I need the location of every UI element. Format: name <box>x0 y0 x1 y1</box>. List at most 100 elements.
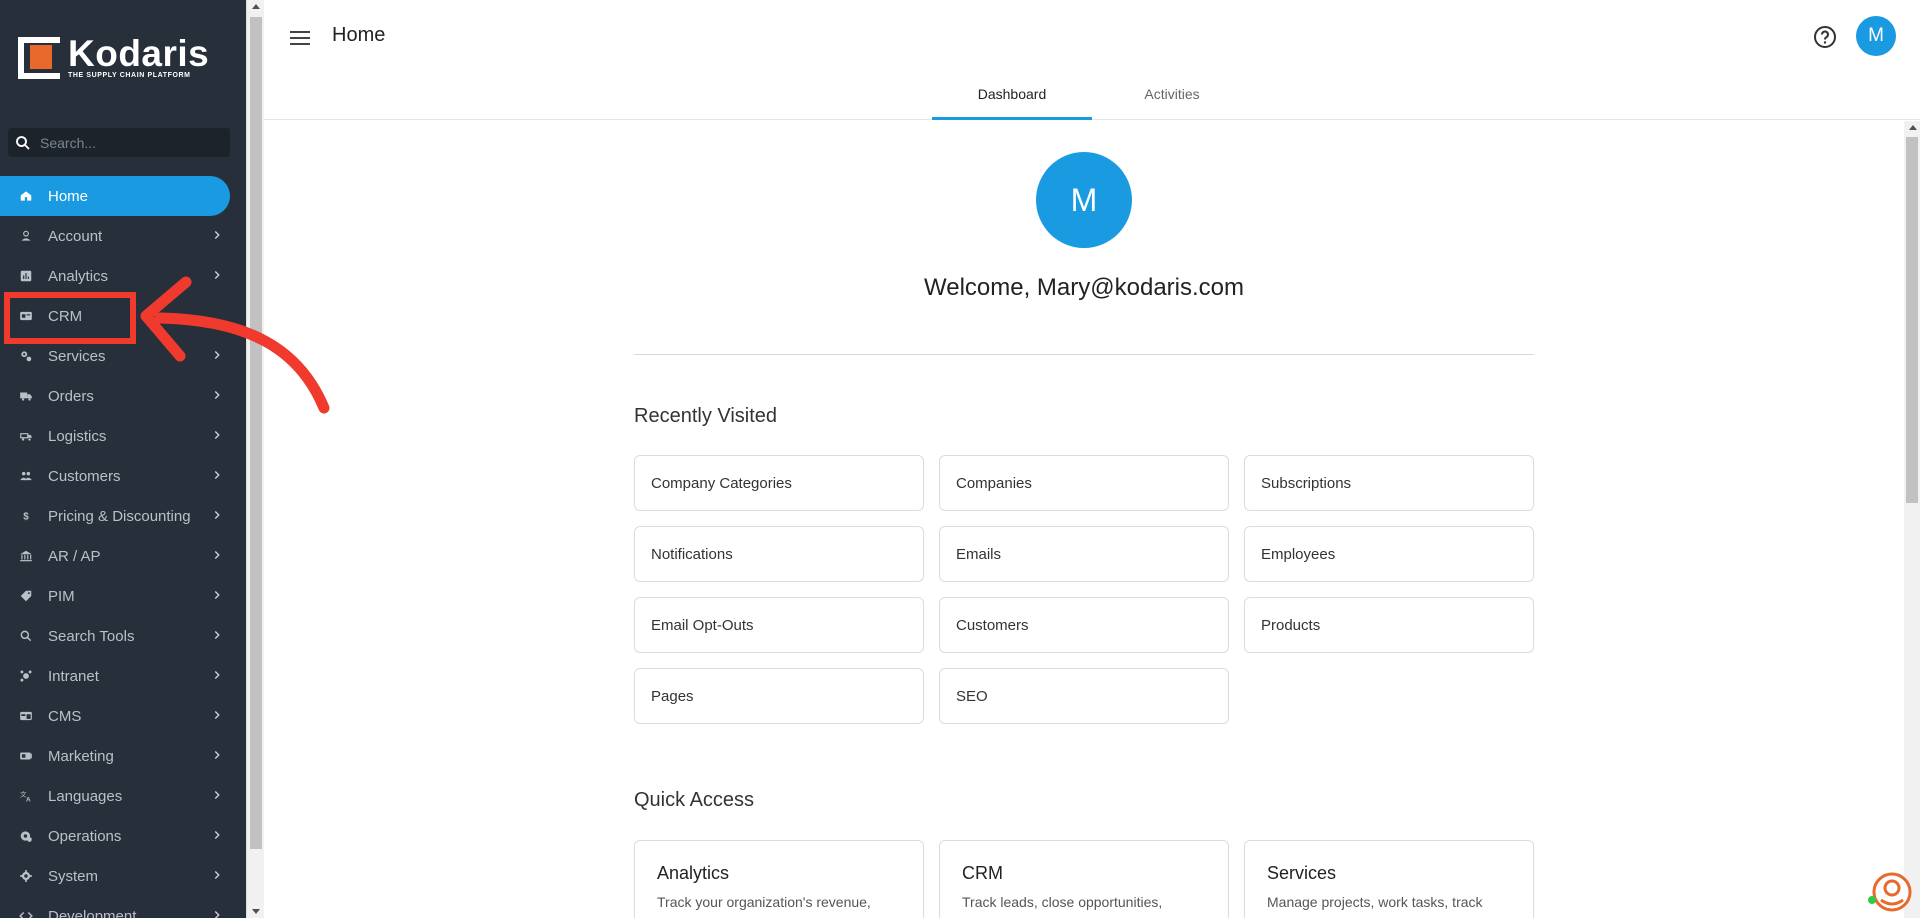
sidebar-item-operations[interactable]: Operations <box>0 816 246 856</box>
chevron-right-icon <box>210 748 224 766</box>
hamburger-menu-icon[interactable] <box>288 28 312 48</box>
search-icon <box>16 135 30 150</box>
chevron-right-icon <box>210 228 224 246</box>
quick-access-card-crm[interactable]: CRM Track leads, close opportunities, <box>939 840 1229 918</box>
gears-icon <box>14 349 38 363</box>
help-icon[interactable] <box>1812 24 1838 55</box>
sidebar-item-languages[interactable]: 文 A Languages <box>0 776 246 816</box>
recent-card-company-categories[interactable]: Company Categories <box>634 455 924 511</box>
welcome-avatar: M <box>1036 152 1132 248</box>
recent-card-email-opt-outs[interactable]: Email Opt-Outs <box>634 597 924 653</box>
dashboard-content: M Welcome, Mary@kodaris.com Recently Vis… <box>264 121 1904 918</box>
sidebar-item-search-tools[interactable]: Search Tools <box>0 616 246 656</box>
sidebar-search <box>8 128 230 157</box>
sidebar: Kodaris THE SUPPLY CHAIN PLATFORM Home Ac… <box>0 0 246 918</box>
sidebar-item-label: Marketing <box>48 747 114 765</box>
sidebar-item-cms[interactable]: CMS <box>0 696 246 736</box>
chat-support-icon[interactable] <box>1868 870 1912 914</box>
tab-dashboard[interactable]: Dashboard <box>932 80 1092 120</box>
recent-card-emails[interactable]: Emails <box>939 526 1229 582</box>
recently-visited-title: Recently Visited <box>634 405 778 427</box>
chevron-right-icon <box>210 908 224 918</box>
gear-icon <box>14 869 38 883</box>
chevron-right-icon <box>210 628 224 646</box>
main-scroll-thumb[interactable] <box>1906 137 1918 503</box>
sidebar-item-account[interactable]: Account <box>0 216 246 256</box>
sidebar-item-label: Development <box>48 907 137 918</box>
quick-access-title: CRM <box>962 863 1003 883</box>
sidebar-scrollbar[interactable] <box>246 0 264 918</box>
sidebar-item-label: Services <box>48 347 106 365</box>
quick-access-card-analytics[interactable]: Analytics Track your organization's reven… <box>634 840 924 918</box>
hub-icon <box>14 669 38 683</box>
sidebar-item-intranet[interactable]: Intranet <box>0 656 246 696</box>
sidebar-item-label: Languages <box>48 787 123 805</box>
recent-card-customers[interactable]: Customers <box>939 597 1229 653</box>
page-title: Home <box>332 24 386 46</box>
main-area: Home M Dashboard Activities M Welcome, M… <box>264 0 1920 918</box>
sidebar-item-label: Intranet <box>48 667 99 685</box>
web-icon <box>14 709 38 723</box>
sidebar-item-label: Account <box>48 227 103 245</box>
tag-icon <box>14 589 38 603</box>
tab-bar: Dashboard Activities <box>932 80 1252 120</box>
sidebar-item-label: Operations <box>48 827 122 845</box>
scroll-down-arrow-icon[interactable] <box>252 909 260 914</box>
scroll-up-arrow-icon[interactable] <box>1909 125 1917 130</box>
user-avatar[interactable]: M <box>1856 16 1896 56</box>
chevron-right-icon <box>210 468 224 486</box>
sidebar-scroll-thumb[interactable] <box>250 17 262 849</box>
sidebar-item-customers[interactable]: Customers <box>0 456 246 496</box>
translate-icon: 文A <box>14 789 38 803</box>
quick-access-description: Track your organization's revenue, <box>657 894 871 910</box>
recent-card-employees[interactable]: Employees <box>1244 526 1534 582</box>
sidebar-item-home[interactable]: Home <box>0 176 230 216</box>
sidebar-item-pim[interactable]: PIM <box>0 576 246 616</box>
recent-card-notifications[interactable]: Notifications <box>634 526 924 582</box>
sidebar-item-system[interactable]: System <box>0 856 246 896</box>
sidebar-item-label: Orders <box>48 387 94 405</box>
recent-card-subscriptions[interactable]: Subscriptions <box>1244 455 1534 511</box>
sidebar-item-label: Analytics <box>48 267 109 285</box>
tab-activities[interactable]: Activities <box>1092 80 1252 120</box>
chevron-right-icon <box>210 788 224 806</box>
recent-card-seo[interactable]: SEO <box>939 668 1229 724</box>
chevron-right-icon <box>210 708 224 726</box>
sidebar-item-marketing[interactable]: Marketing <box>0 736 246 776</box>
person-icon <box>14 229 38 243</box>
sidebar-item-label: Customers <box>48 467 121 485</box>
main-scrollbar[interactable] <box>1904 121 1920 918</box>
annotation-arrow-icon <box>140 276 330 414</box>
brand-name: Kodaris <box>68 33 210 74</box>
sidebar-item-logistics[interactable]: Logistics <box>0 416 246 456</box>
quick-access-title: Analytics <box>657 863 730 883</box>
quick-access-title: Services <box>1267 863 1337 883</box>
sidebar-item-label: PIM <box>48 587 75 605</box>
sidebar-item-label: Search Tools <box>48 627 135 645</box>
home-icon <box>14 189 38 203</box>
scroll-up-arrow-icon[interactable] <box>252 4 260 9</box>
recent-card-products[interactable]: Products <box>1244 597 1534 653</box>
sidebar-item-pricing-discounting[interactable]: $ Pricing & Discounting <box>0 496 246 536</box>
kodaris-logo-mark <box>18 36 60 79</box>
quick-access-card-services[interactable]: Services Manage projects, work tasks, tra… <box>1244 840 1534 918</box>
sidebar-item-development[interactable]: Development <box>0 896 246 918</box>
quick-access-description: Track leads, close opportunities, <box>962 894 1163 910</box>
chevron-right-icon <box>210 828 224 846</box>
megaphone-icon <box>14 749 38 763</box>
cog-cloud-icon <box>14 829 38 843</box>
search-icon <box>14 629 38 643</box>
sidebar-item-ar-ap[interactable]: AR / AP <box>0 536 246 576</box>
recent-card-companies[interactable]: Companies <box>939 455 1229 511</box>
sidebar-item-label: Pricing & Discounting <box>48 507 191 525</box>
chevron-right-icon <box>210 428 224 446</box>
search-input[interactable] <box>40 134 210 151</box>
kodaris-logo[interactable]: Kodaris THE SUPPLY CHAIN PLATFORM <box>18 33 210 79</box>
analytics-icon <box>14 269 38 283</box>
brand-tagline: THE SUPPLY CHAIN PLATFORM <box>68 72 191 79</box>
recent-card-pages[interactable]: Pages <box>634 668 924 724</box>
chevron-right-icon <box>210 508 224 526</box>
top-bar: Home M Dashboard Activities <box>264 0 1920 120</box>
chevron-right-icon <box>210 668 224 686</box>
welcome-text: Welcome, Mary@kodaris.com <box>924 274 1244 301</box>
